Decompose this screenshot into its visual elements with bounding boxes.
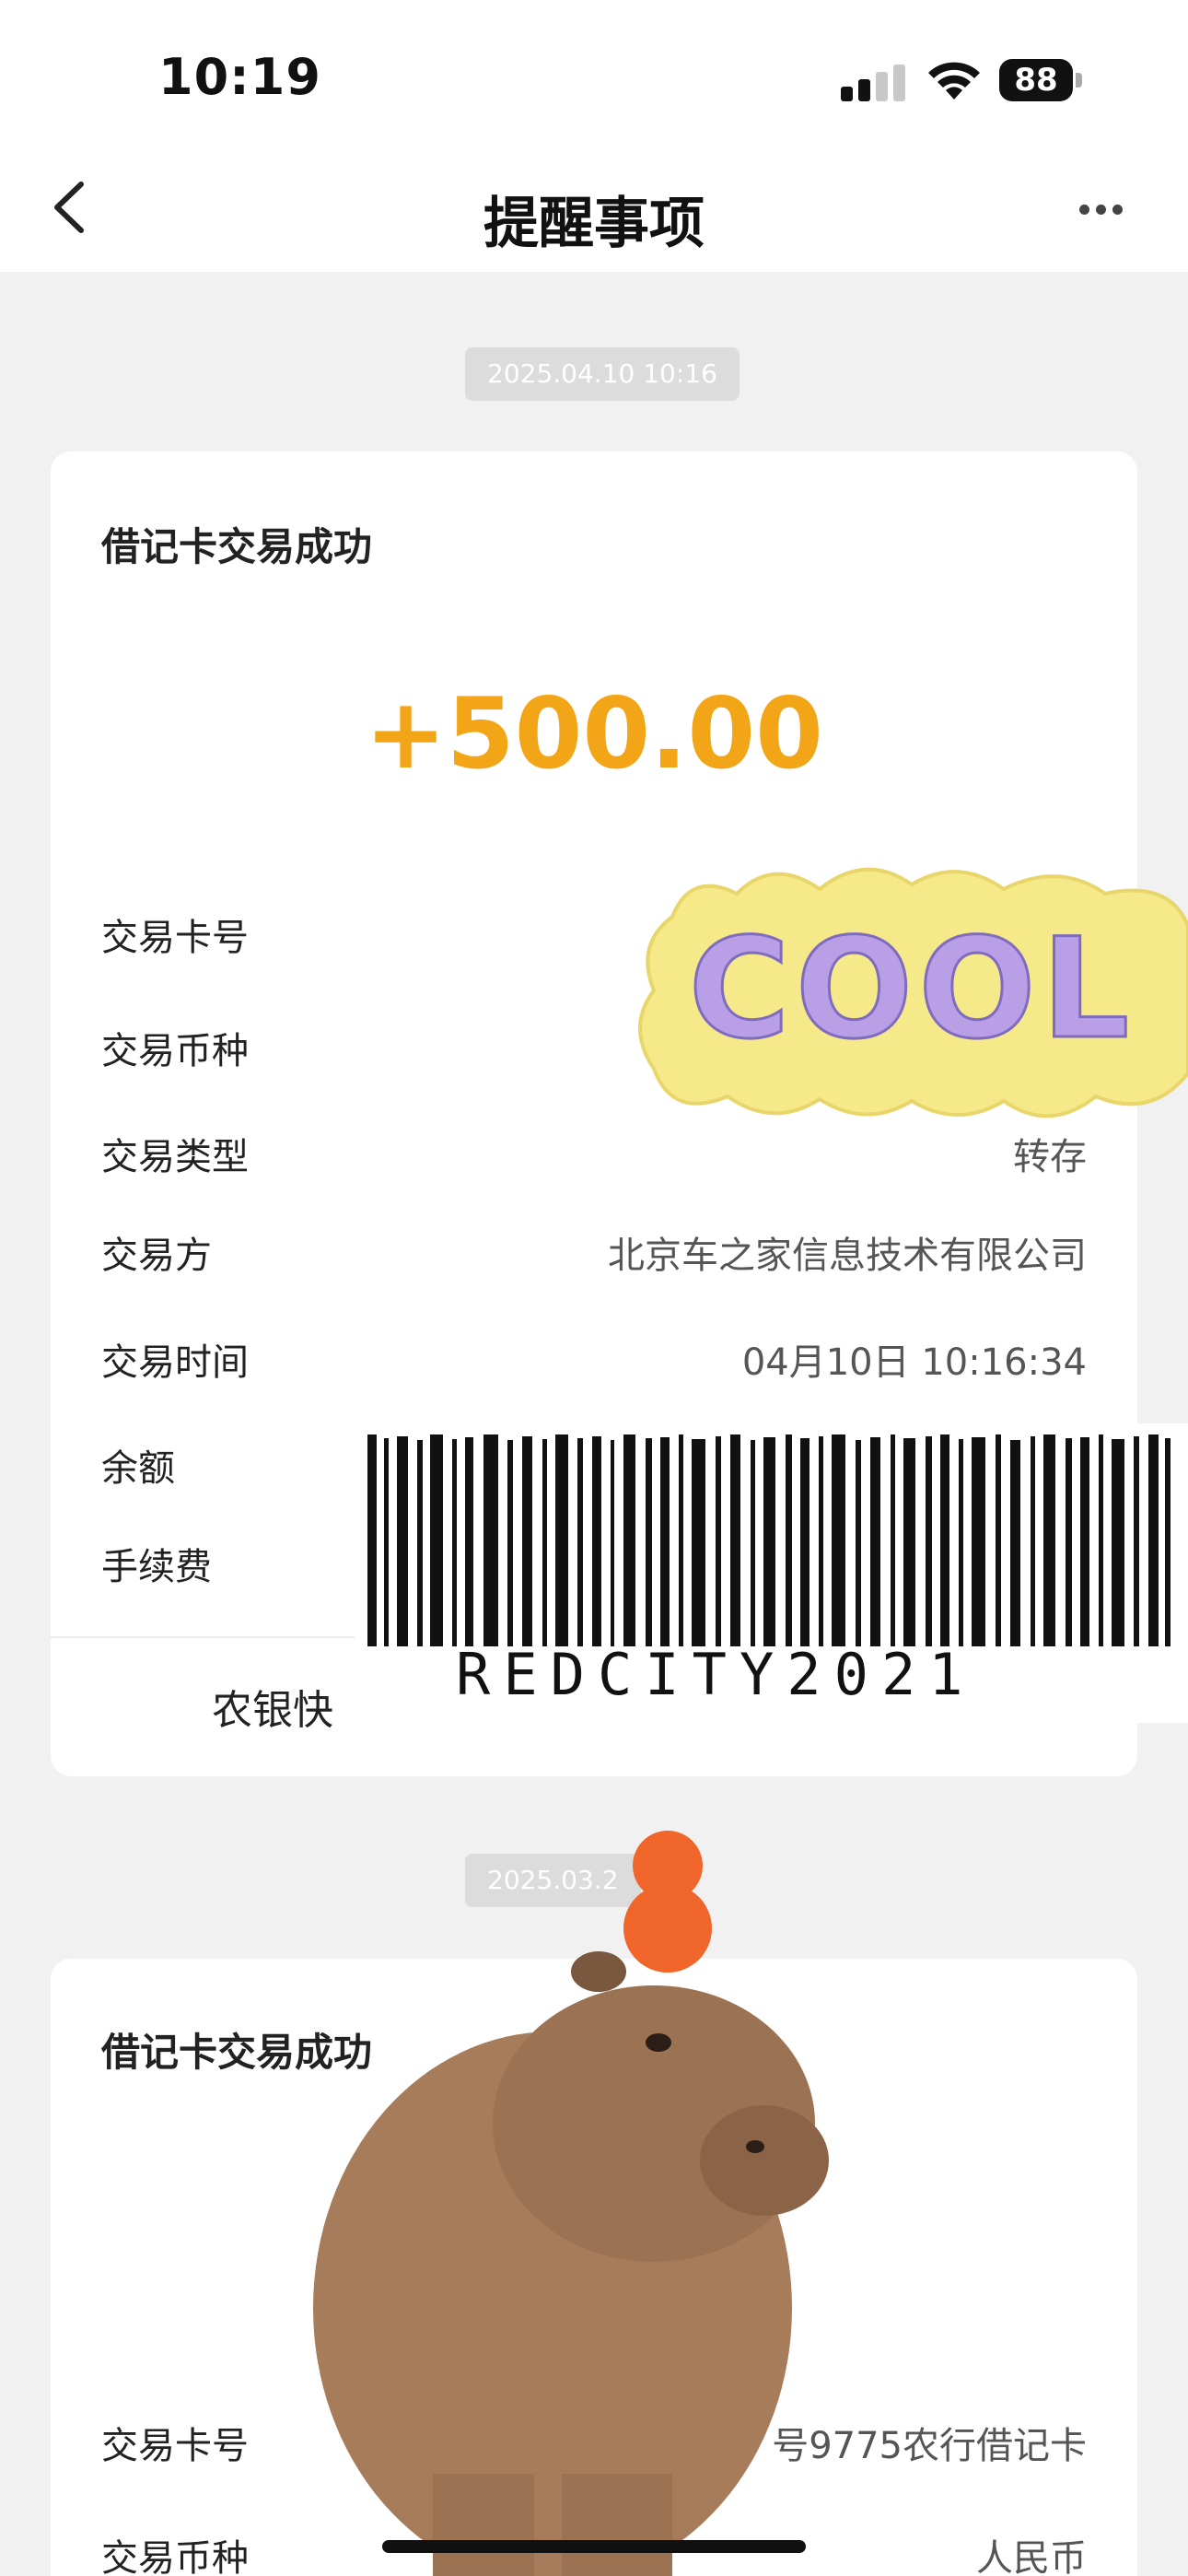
row-label-currency: 交易币种 [101,2537,249,2576]
row-label-fee: 手续费 [101,1546,212,1588]
page-title: 提醒事项 [483,192,705,256]
message-timestamp: 2025.04.10 10:16 [465,347,740,401]
row-label-time: 交易时间 [101,1341,249,1384]
barcode-sticker: REDCITY2021 [355,1423,1188,1723]
barcode-text: REDCITY2021 [456,1641,976,1708]
transaction-amount: +500.00 [365,677,823,790]
row-label-card-number: 交易卡号 [101,2425,249,2467]
row-value-counterparty: 北京车之家信息技术有限公司 [608,1235,1087,1277]
status-bar: 10:19 88 [0,0,1188,147]
row-label-currency: 交易币种 [101,1030,249,1072]
card-footer-link[interactable]: 农银快 [212,1677,333,1736]
row-label-counterparty: 交易方 [101,1235,212,1277]
card-title: 借记卡交易成功 [101,524,373,569]
row-value-time: 04月10日 10:16:34 [741,1341,1087,1384]
row-label-type: 交易类型 [101,1136,249,1178]
cool-sticker-text: COOL [689,909,1136,1070]
nav-bar: 提醒事项 [0,147,1188,272]
barcode-icon [367,1434,1171,1646]
more-options-icon[interactable] [1068,195,1133,223]
row-value-currency: 人民币 [976,2537,1087,2576]
cool-sticker: COOL [638,867,1188,1118]
wifi-icon [928,62,980,100]
capybara-sticker [313,1831,829,2576]
row-label-balance: 余额 [101,1447,175,1490]
home-indicator[interactable] [382,2540,806,2553]
row-label-card-number: 交易卡号 [101,917,249,959]
battery-level: 88 [999,59,1073,101]
row-value-type: 转存 [1013,1136,1087,1178]
battery-icon: 88 [999,59,1082,101]
cellular-signal-icon [841,64,907,101]
status-time: 10:19 [158,48,321,106]
